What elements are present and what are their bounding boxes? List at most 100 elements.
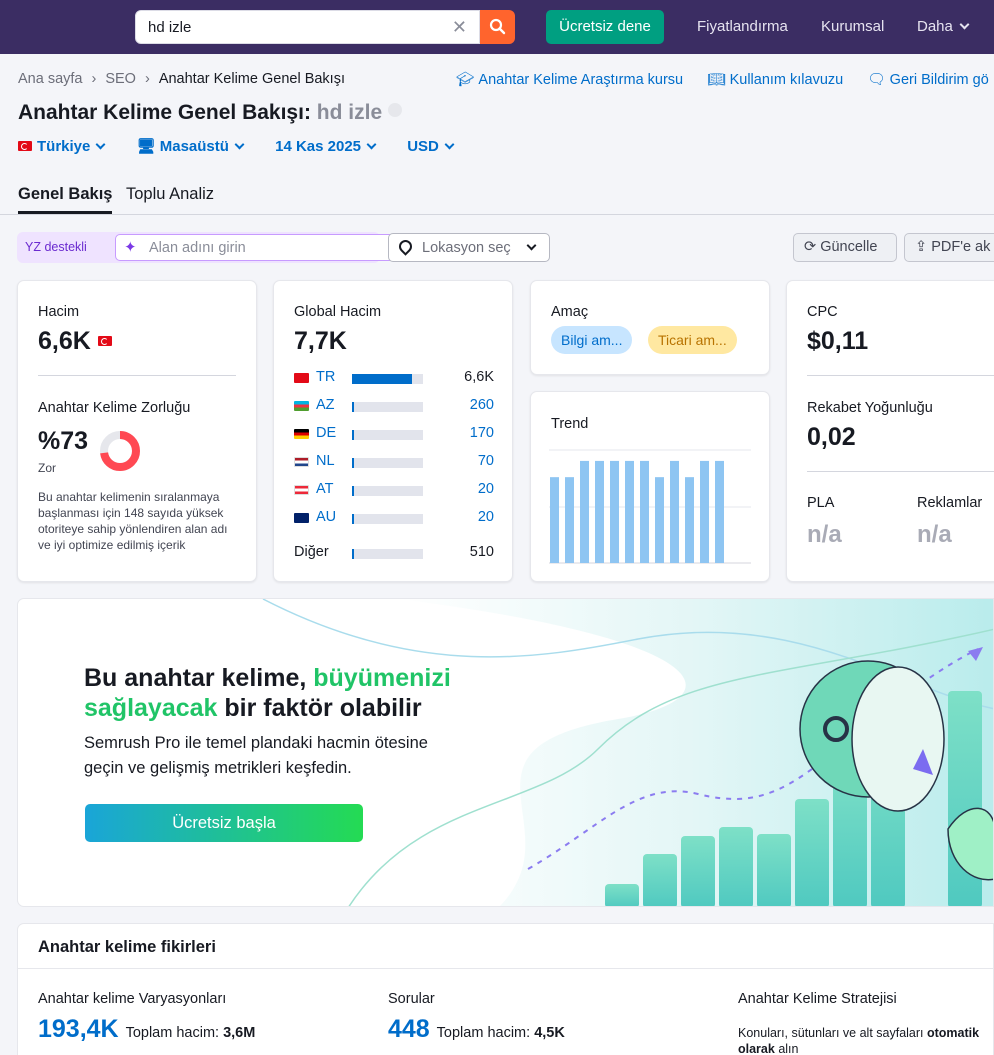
export-pdf-button[interactable]: ⇪ PDF'e ak bbox=[904, 233, 994, 262]
trend-bar[interactable] bbox=[595, 460, 604, 563]
domain-input[interactable]: ✦ Alan adını girin bbox=[115, 234, 397, 261]
country-code: DE bbox=[316, 425, 337, 441]
search-input[interactable] bbox=[148, 19, 438, 36]
banner-title-highlight2: sağlayacak bbox=[84, 694, 218, 722]
nav-pricing-link[interactable]: Fiyatlandırma bbox=[697, 18, 788, 35]
intent-pill-commercial[interactable]: Ticari am... bbox=[648, 326, 737, 354]
chevron-down-icon bbox=[234, 139, 245, 150]
trend-card: Trend bbox=[530, 391, 770, 582]
divider bbox=[807, 471, 994, 472]
trend-bar[interactable] bbox=[580, 460, 589, 563]
currency-filter-label: USD bbox=[407, 138, 439, 155]
banner-bar bbox=[681, 836, 715, 906]
breadcrumb-home[interactable]: Ana sayfa bbox=[18, 71, 83, 87]
tab-bar: Genel Bakış Toplu Analiz bbox=[0, 183, 994, 215]
free-trial-button[interactable]: Ücretsiz dene bbox=[546, 10, 664, 44]
manual-link[interactable]: 📖︎ Kullanım kılavuzu bbox=[707, 72, 843, 88]
cpc-value: $0,11 bbox=[807, 327, 869, 355]
strategy-description: Konuları, sütunları ve alt sayfaları oto… bbox=[738, 1025, 994, 1055]
trend-bar[interactable] bbox=[610, 460, 619, 563]
country-code: AT bbox=[316, 481, 334, 497]
keyword-ideas-title: Anahtar kelime fikirleri bbox=[38, 938, 216, 956]
upload-icon: ⇪ bbox=[915, 239, 932, 255]
country-value[interactable]: 20 bbox=[478, 509, 494, 525]
page-title-keyword: hd izle bbox=[316, 101, 383, 124]
refresh-icon: ⟳ bbox=[804, 239, 821, 255]
trend-bar[interactable] bbox=[700, 460, 709, 563]
currency-filter[interactable]: USD bbox=[407, 138, 455, 155]
country-bar-fill bbox=[352, 514, 355, 524]
chevron-right-icon: › bbox=[91, 71, 97, 87]
nav-more-menu[interactable]: Daha bbox=[917, 18, 970, 35]
country-value[interactable]: 260 bbox=[470, 397, 494, 413]
banner-title-highlight1: büyümenizi bbox=[313, 664, 451, 692]
course-link[interactable]: 🎓︎ Anahtar Kelime Araştırma kursu bbox=[456, 72, 683, 88]
trend-bar[interactable] bbox=[625, 460, 634, 563]
top-navigation: ✕ Ücretsiz dene Fiyatlandırma Kurumsal D… bbox=[0, 0, 994, 54]
country-filter[interactable]: Türkiye bbox=[18, 138, 106, 155]
book-icon: 📖︎ bbox=[707, 72, 726, 88]
country-bar bbox=[352, 458, 423, 468]
date-filter[interactable]: 14 Kas 2025 bbox=[275, 138, 377, 155]
chevron-down-icon bbox=[526, 240, 537, 251]
global-volume-value: 7,7K bbox=[294, 327, 347, 355]
country-filter-label: Türkiye bbox=[37, 138, 91, 155]
questions-total: Toplam hacim: 4,5K bbox=[437, 1025, 565, 1041]
tab-overview[interactable]: Genel Bakış bbox=[18, 185, 113, 214]
variations-count[interactable]: 193,4K Toplam hacim: 3,6M bbox=[38, 1015, 255, 1044]
country-row: AU 20 bbox=[294, 508, 494, 528]
country-bar bbox=[352, 374, 423, 384]
country-row: AT 20 bbox=[294, 480, 494, 500]
trend-bar[interactable] bbox=[655, 477, 664, 563]
intent-card: Amaç Bilgi am... Ticari am... bbox=[530, 280, 770, 375]
netherlands-flag-icon bbox=[294, 457, 309, 467]
country-value[interactable]: 70 bbox=[478, 453, 494, 469]
update-button[interactable]: ⟳ Güncelle bbox=[793, 233, 897, 262]
country-bar bbox=[352, 430, 423, 440]
tab-bulk-analysis[interactable]: Toplu Analiz bbox=[126, 185, 214, 204]
divider bbox=[807, 375, 994, 376]
variations-label: Anahtar kelime Varyasyonları bbox=[38, 991, 227, 1007]
banner-bar bbox=[757, 834, 791, 906]
breadcrumb: Ana sayfa › SEO › Anahtar Kelime Genel Bakış… bbox=[18, 71, 345, 87]
trend-bar[interactable] bbox=[685, 477, 694, 563]
country-value[interactable]: 20 bbox=[478, 481, 494, 497]
variations-count-value: 193,4K bbox=[38, 1015, 119, 1043]
questions-count[interactable]: 448 Toplam hacim: 4,5K bbox=[388, 1015, 565, 1044]
strategy-text-start: Konuları, sütunları ve alt sayfaları bbox=[738, 1026, 927, 1040]
banner-subtitle: Semrush Pro ile temel plandaki hacmin öt… bbox=[84, 734, 428, 777]
start-free-button[interactable]: Ücretsiz başla bbox=[85, 804, 363, 842]
feedback-link[interactable]: 🗨︎ Geri Bildirim gö bbox=[867, 72, 989, 88]
search-field[interactable]: ✕ bbox=[135, 10, 480, 44]
intent-pill-informational[interactable]: Bilgi am... bbox=[551, 326, 633, 354]
chevron-down-icon bbox=[444, 139, 455, 150]
country-bar bbox=[352, 514, 423, 524]
location-select[interactable]: Lokasyon seç bbox=[388, 233, 550, 262]
trend-chart bbox=[549, 449, 751, 564]
country-row: NL 70 bbox=[294, 452, 494, 472]
country-value[interactable]: 170 bbox=[470, 425, 494, 441]
country-bar-fill bbox=[352, 402, 355, 412]
strategy-label: Anahtar Kelime Stratejisi bbox=[738, 991, 897, 1007]
pla-value: n/a bbox=[807, 521, 842, 548]
device-filter[interactable]: 🖥︎ Masaüstü bbox=[137, 138, 245, 155]
comment-icon: 🗨︎ bbox=[867, 72, 886, 88]
trend-bar[interactable] bbox=[565, 477, 574, 563]
breadcrumb-seo[interactable]: SEO bbox=[105, 71, 136, 87]
difficulty-label: Anahtar Kelime Zorluğu bbox=[38, 400, 191, 416]
trend-bar[interactable] bbox=[715, 460, 724, 563]
course-link-label: Anahtar Kelime Araştırma kursu bbox=[478, 72, 684, 88]
upgrade-banner: Bu anahtar kelime, büyümenizi sağlayacak … bbox=[17, 598, 994, 907]
search-button[interactable] bbox=[480, 10, 515, 44]
nav-more-label: Daha bbox=[917, 18, 953, 35]
trend-bar[interactable] bbox=[640, 460, 649, 563]
clear-icon[interactable]: ✕ bbox=[452, 17, 467, 38]
trend-bar[interactable] bbox=[550, 477, 559, 563]
chevron-right-icon: › bbox=[144, 71, 150, 87]
country-code: NL bbox=[316, 453, 335, 469]
banner-bar bbox=[719, 827, 753, 906]
nav-enterprise-link[interactable]: Kurumsal bbox=[821, 18, 884, 35]
location-select-label: Lokasyon seç bbox=[422, 240, 511, 256]
chevron-down-icon bbox=[95, 139, 106, 150]
trend-bar[interactable] bbox=[670, 460, 679, 563]
